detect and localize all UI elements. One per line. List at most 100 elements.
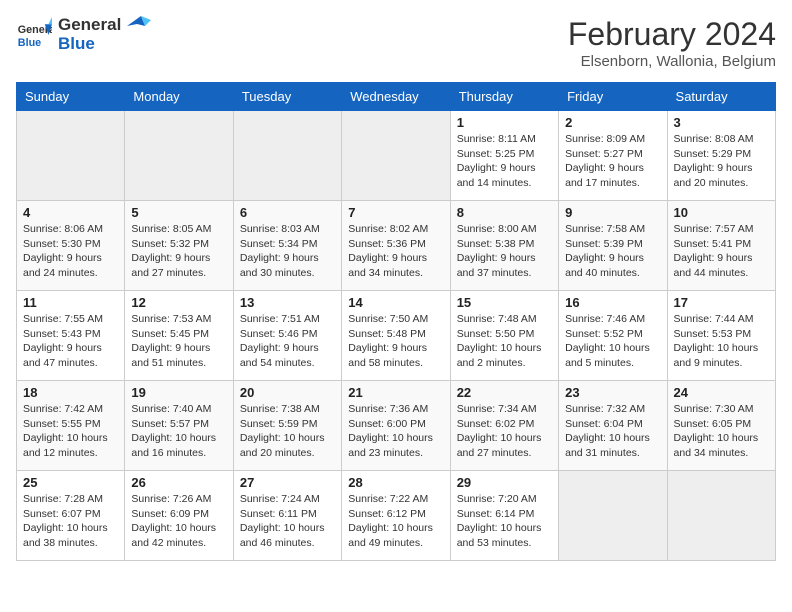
day-info: Sunrise: 7:24 AM Sunset: 6:11 PM Dayligh… (240, 492, 335, 551)
day-number: 14 (348, 295, 443, 310)
day-number: 28 (348, 475, 443, 490)
day-info: Sunrise: 7:20 AM Sunset: 6:14 PM Dayligh… (457, 492, 552, 551)
day-number: 15 (457, 295, 552, 310)
day-info: Sunrise: 8:02 AM Sunset: 5:36 PM Dayligh… (348, 222, 443, 281)
calendar-cell (342, 111, 450, 201)
day-number: 1 (457, 115, 552, 130)
calendar-cell: 16 Sunrise: 7:46 AM Sunset: 5:52 PM Dayli… (559, 291, 667, 381)
day-number: 3 (674, 115, 769, 130)
calendar-cell: 4 Sunrise: 8:06 AM Sunset: 5:30 PM Daylig… (17, 201, 125, 291)
calendar-cell: 17 Sunrise: 7:44 AM Sunset: 5:53 PM Dayli… (667, 291, 775, 381)
day-number: 4 (23, 205, 118, 220)
calendar-cell: 28 Sunrise: 7:22 AM Sunset: 6:12 PM Dayli… (342, 471, 450, 561)
calendar-cell: 27Sunrise: 7:24 AM Sunset: 6:11 PM Dayli… (233, 471, 341, 561)
day-info: Sunrise: 7:57 AM Sunset: 5:41 PM Dayligh… (674, 222, 769, 281)
day-number: 5 (131, 205, 226, 220)
day-info: Sunrise: 7:42 AM Sunset: 5:55 PM Dayligh… (23, 402, 118, 461)
day-info: Sunrise: 7:36 AM Sunset: 6:00 PM Dayligh… (348, 402, 443, 461)
day-info: Sunrise: 7:30 AM Sunset: 6:05 PM Dayligh… (674, 402, 769, 461)
day-info: Sunrise: 7:55 AM Sunset: 5:43 PM Dayligh… (23, 312, 118, 371)
calendar-cell: 19 Sunrise: 7:40 AM Sunset: 5:57 PM Dayli… (125, 381, 233, 471)
calendar-cell: 21 Sunrise: 7:36 AM Sunset: 6:00 PM Dayli… (342, 381, 450, 471)
day-number: 22 (457, 385, 552, 400)
column-header-wednesday: Wednesday (342, 83, 450, 111)
week-row-5: 25Sunrise: 7:28 AM Sunset: 6:07 PM Dayli… (17, 471, 776, 561)
calendar-cell: 2Sunrise: 8:09 AM Sunset: 5:27 PM Daylig… (559, 111, 667, 201)
day-number: 18 (23, 385, 118, 400)
calendar-cell: 24 Sunrise: 7:30 AM Sunset: 6:05 PM Dayli… (667, 381, 775, 471)
day-number: 6 (240, 205, 335, 220)
week-row-3: 11 Sunrise: 7:55 AM Sunset: 5:43 PM Dayli… (17, 291, 776, 381)
calendar-table: SundayMondayTuesdayWednesdayThursdayFrid… (16, 82, 776, 561)
calendar-cell (667, 471, 775, 561)
day-info: Sunrise: 7:34 AM Sunset: 6:02 PM Dayligh… (457, 402, 552, 461)
day-number: 10 (674, 205, 769, 220)
day-info: Sunrise: 7:58 AM Sunset: 5:39 PM Dayligh… (565, 222, 660, 281)
day-number: 19 (131, 385, 226, 400)
day-info: Sunrise: 8:00 AM Sunset: 5:38 PM Dayligh… (457, 222, 552, 281)
day-number: 20 (240, 385, 335, 400)
day-info: Sunrise: 7:32 AM Sunset: 6:04 PM Dayligh… (565, 402, 660, 461)
calendar-cell: 8 Sunrise: 8:00 AM Sunset: 5:38 PM Daylig… (450, 201, 558, 291)
calendar-cell: 20 Sunrise: 7:38 AM Sunset: 5:59 PM Dayli… (233, 381, 341, 471)
calendar-cell: 9 Sunrise: 7:58 AM Sunset: 5:39 PM Daylig… (559, 201, 667, 291)
day-info: Sunrise: 8:09 AM Sunset: 5:27 PM Dayligh… (565, 132, 660, 191)
logo-bird-icon (127, 16, 151, 46)
day-number: 17 (674, 295, 769, 310)
calendar-cell: 10 Sunrise: 7:57 AM Sunset: 5:41 PM Dayli… (667, 201, 775, 291)
calendar-cell: 12 Sunrise: 7:53 AM Sunset: 5:45 PM Dayli… (125, 291, 233, 381)
day-number: 21 (348, 385, 443, 400)
calendar-cell: 23Sunrise: 7:32 AM Sunset: 6:04 PM Dayli… (559, 381, 667, 471)
calendar-cell: 1 Sunrise: 8:11 AM Sunset: 5:25 PM Daylig… (450, 111, 558, 201)
calendar-cell: 11 Sunrise: 7:55 AM Sunset: 5:43 PM Dayli… (17, 291, 125, 381)
day-info: Sunrise: 8:06 AM Sunset: 5:30 PM Dayligh… (23, 222, 118, 281)
week-row-2: 4 Sunrise: 8:06 AM Sunset: 5:30 PM Daylig… (17, 201, 776, 291)
column-header-sunday: Sunday (17, 83, 125, 111)
day-number: 16 (565, 295, 660, 310)
day-number: 9 (565, 205, 660, 220)
day-number: 7 (348, 205, 443, 220)
day-number: 11 (23, 295, 118, 310)
calendar-cell: 22 Sunrise: 7:34 AM Sunset: 6:02 PM Dayli… (450, 381, 558, 471)
calendar-cell: 26 Sunrise: 7:26 AM Sunset: 6:09 PM Dayli… (125, 471, 233, 561)
day-number: 12 (131, 295, 226, 310)
day-info: Sunrise: 7:53 AM Sunset: 5:45 PM Dayligh… (131, 312, 226, 371)
day-info: Sunrise: 8:05 AM Sunset: 5:32 PM Dayligh… (131, 222, 226, 281)
calendar-cell: 3 Sunrise: 8:08 AM Sunset: 5:29 PM Daylig… (667, 111, 775, 201)
day-number: 25 (23, 475, 118, 490)
day-number: 24 (674, 385, 769, 400)
day-number: 29 (457, 475, 552, 490)
calendar-cell: 13Sunrise: 7:51 AM Sunset: 5:46 PM Dayli… (233, 291, 341, 381)
calendar-cell (125, 111, 233, 201)
calendar-cell: 5 Sunrise: 8:05 AM Sunset: 5:32 PM Daylig… (125, 201, 233, 291)
day-number: 13 (240, 295, 335, 310)
logo-icon: General Blue (16, 17, 52, 53)
day-info: Sunrise: 7:38 AM Sunset: 5:59 PM Dayligh… (240, 402, 335, 461)
column-header-saturday: Saturday (667, 83, 775, 111)
day-info: Sunrise: 7:22 AM Sunset: 6:12 PM Dayligh… (348, 492, 443, 551)
main-title: February 2024 (568, 16, 776, 53)
week-row-4: 18 Sunrise: 7:42 AM Sunset: 5:55 PM Dayli… (17, 381, 776, 471)
day-info: Sunrise: 7:48 AM Sunset: 5:50 PM Dayligh… (457, 312, 552, 371)
calendar-cell (233, 111, 341, 201)
column-header-monday: Monday (125, 83, 233, 111)
day-info: Sunrise: 8:11 AM Sunset: 5:25 PM Dayligh… (457, 132, 552, 191)
week-row-1: 1 Sunrise: 8:11 AM Sunset: 5:25 PM Daylig… (17, 111, 776, 201)
svg-text:Blue: Blue (18, 36, 41, 48)
calendar-cell: 15 Sunrise: 7:48 AM Sunset: 5:50 PM Dayli… (450, 291, 558, 381)
day-info: Sunrise: 7:26 AM Sunset: 6:09 PM Dayligh… (131, 492, 226, 551)
calendar-header-row: SundayMondayTuesdayWednesdayThursdayFrid… (17, 83, 776, 111)
day-info: Sunrise: 7:40 AM Sunset: 5:57 PM Dayligh… (131, 402, 226, 461)
day-info: Sunrise: 7:44 AM Sunset: 5:53 PM Dayligh… (674, 312, 769, 371)
header: General Blue General Blue February 2024 … (16, 16, 776, 70)
calendar-cell: 18 Sunrise: 7:42 AM Sunset: 5:55 PM Dayli… (17, 381, 125, 471)
logo-general-text: General (58, 16, 121, 35)
column-header-tuesday: Tuesday (233, 83, 341, 111)
day-info: Sunrise: 7:50 AM Sunset: 5:48 PM Dayligh… (348, 312, 443, 371)
day-info: Sunrise: 7:46 AM Sunset: 5:52 PM Dayligh… (565, 312, 660, 371)
day-number: 26 (131, 475, 226, 490)
calendar-cell: 6Sunrise: 8:03 AM Sunset: 5:34 PM Daylig… (233, 201, 341, 291)
day-number: 8 (457, 205, 552, 220)
calendar-cell: 7 Sunrise: 8:02 AM Sunset: 5:36 PM Daylig… (342, 201, 450, 291)
day-info: Sunrise: 8:08 AM Sunset: 5:29 PM Dayligh… (674, 132, 769, 191)
